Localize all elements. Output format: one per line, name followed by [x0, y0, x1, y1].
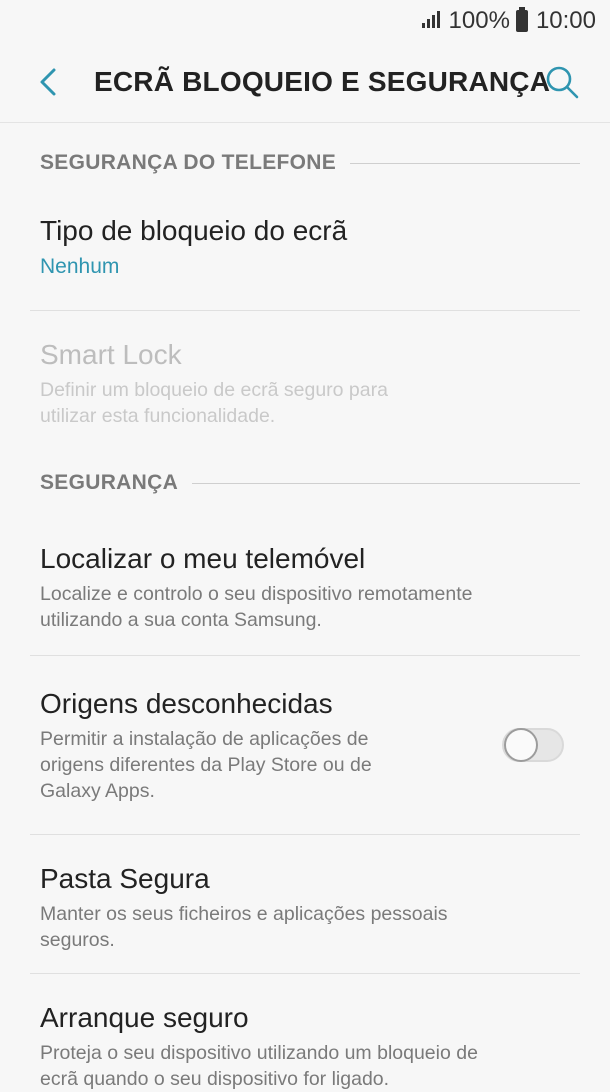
section-title: SEGURANÇA [40, 471, 179, 494]
section-header-phone-security: SEGURANÇA DO TELEFONE [0, 151, 610, 175]
battery-icon [515, 7, 528, 32]
secure-startup-title: Arranque seguro [40, 1002, 249, 1033]
lock-type-title: Tipo de bloqueio do ecrã [40, 215, 348, 246]
status-bar: 100% 10:00 [0, 0, 610, 42]
find-my-mobile-subtitle: Localize e controlo o seu dispositivo re… [40, 583, 473, 631]
divider [30, 655, 580, 656]
secure-folder-item[interactable]: Pasta Segura Manter os seus ficheiros e … [0, 863, 610, 973]
unknown-sources-toggle[interactable] [502, 728, 564, 762]
section-header-security: SEGURANÇA [0, 471, 610, 495]
section-title: SEGURANÇA DO TELEFONE [40, 151, 337, 174]
back-button[interactable] [22, 56, 74, 108]
divider [30, 310, 580, 311]
app-bar: ECRÃ BLOQUEIO E SEGURANÇA [0, 42, 610, 123]
secure-folder-title: Pasta Segura [40, 863, 210, 894]
find-my-mobile-title: Localizar o meu telemóvel [40, 543, 366, 574]
chevron-left-icon [40, 68, 56, 96]
search-button[interactable] [536, 56, 588, 108]
smart-lock-subtitle: Definir um bloqueio de ecrã seguro para … [40, 379, 388, 427]
unknown-sources-title: Origens desconhecidas [40, 688, 333, 719]
lock-type-value: Nenhum [40, 255, 120, 278]
section-divider [192, 482, 580, 484]
lock-type-item[interactable]: Tipo de bloqueio do ecrã Nenhum [0, 215, 610, 310]
secure-startup-subtitle: Proteja o seu dispositivo utilizando um … [40, 1042, 478, 1090]
divider [30, 834, 580, 835]
smart-lock-title: Smart Lock [40, 339, 182, 370]
secure-folder-subtitle: Manter os seus ficheiros e aplicações pe… [40, 903, 448, 951]
find-my-mobile-item[interactable]: Localizar o meu telemóvel Localize e con… [0, 543, 610, 655]
clock: 10:00 [535, 7, 596, 34]
page-title: ECRÃ BLOQUEIO E SEGURANÇA [94, 66, 551, 97]
battery-percent: 100% [448, 7, 510, 34]
unknown-sources-subtitle: Permitir a instalação de aplicações de o… [40, 728, 372, 802]
signal-icon [421, 7, 443, 35]
unknown-sources-item[interactable]: Origens desconhecidas Permitir a instala… [0, 688, 610, 834]
section-divider [350, 162, 580, 164]
toggle-knob [504, 728, 538, 762]
search-icon [546, 66, 579, 99]
divider [30, 973, 580, 974]
smart-lock-item: Smart Lock Definir um bloqueio de ecrã s… [0, 339, 610, 427]
secure-startup-item[interactable]: Arranque seguro Proteja o seu dispositiv… [0, 1002, 610, 1092]
